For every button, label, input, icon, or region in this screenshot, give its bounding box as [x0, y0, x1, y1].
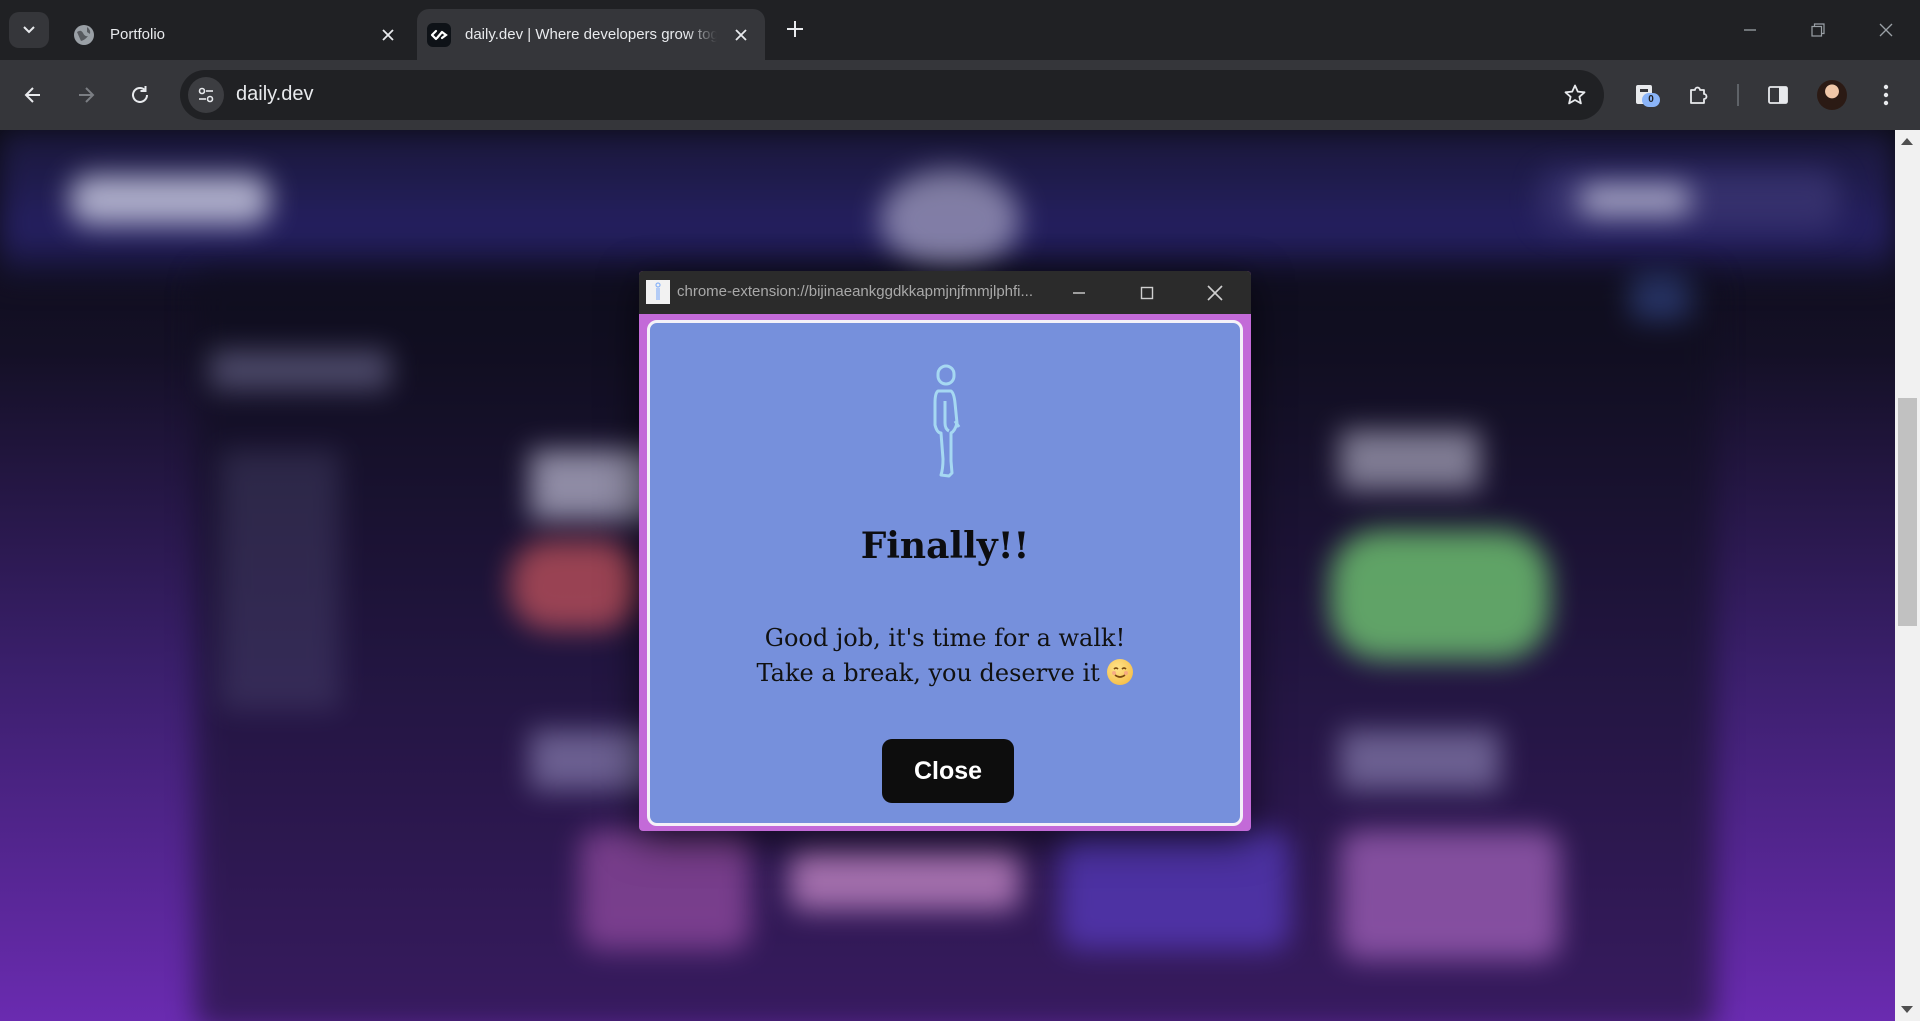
- scroll-up-arrow[interactable]: [1901, 138, 1913, 145]
- plus-icon: [787, 21, 803, 37]
- walker-favicon-icon: [646, 280, 670, 304]
- dailydev-logo-icon: [427, 22, 451, 47]
- restore-icon: [1811, 23, 1825, 37]
- message-line-2-wrap: Take a break, you deserve it: [650, 656, 1240, 691]
- reload-icon: [132, 86, 148, 103]
- extension-badge: 0: [1642, 93, 1660, 107]
- popup-close-window-button[interactable]: [1200, 278, 1230, 308]
- puzzle-icon: [1690, 86, 1708, 104]
- address-bar[interactable]: daily.dev: [180, 70, 1604, 120]
- close-button[interactable]: Close: [882, 739, 1014, 803]
- close-icon: [1879, 23, 1893, 37]
- chevron-down-icon: [23, 26, 35, 34]
- more-vert-icon: [1883, 84, 1889, 106]
- tune-icon: [198, 87, 214, 103]
- tab-title: daily.dev | Where developers grow togeth…: [465, 26, 717, 43]
- extension-popup-window: chrome-extension://bijinaeankggdkkapmjnj…: [639, 271, 1251, 831]
- restore-button[interactable]: [1784, 0, 1852, 60]
- side-panel-icon: [1768, 86, 1788, 104]
- popup-titlebar[interactable]: chrome-extension://bijinaeankggdkkapmjnj…: [639, 271, 1251, 314]
- toolbar-separator: [1737, 84, 1739, 106]
- smiling-face-emoji-icon: [1107, 659, 1134, 685]
- walking-person-icon: [933, 364, 961, 478]
- minimize-icon: [1744, 29, 1756, 31]
- bookmark-star-icon[interactable]: [1562, 82, 1588, 108]
- extension-counter-button[interactable]: 0: [1626, 75, 1666, 115]
- back-button[interactable]: [13, 75, 53, 115]
- extensions-button[interactable]: [1679, 75, 1719, 115]
- close-window-button[interactable]: [1852, 0, 1920, 60]
- avatar: [1817, 80, 1847, 110]
- forward-button[interactable]: [66, 75, 106, 115]
- popup-minimize-button[interactable]: [1064, 278, 1094, 308]
- globe-icon: [72, 23, 96, 47]
- tab-strip: Portfolio daily.dev | Where developers g…: [0, 0, 1920, 60]
- profile-button[interactable]: [1812, 75, 1852, 115]
- window-controls: [1716, 0, 1920, 60]
- tab-title: Portfolio: [110, 26, 166, 43]
- close-tab-icon[interactable]: [731, 25, 751, 45]
- browser-toolbar: daily.dev 0: [0, 60, 1920, 130]
- url-text: daily.dev: [236, 83, 314, 105]
- scroll-thumb[interactable]: [1898, 398, 1917, 626]
- minimize-icon: [1073, 292, 1085, 294]
- message-line-2: Take a break, you deserve it: [756, 659, 1100, 687]
- popup-headline: Finally!!: [860, 525, 1030, 567]
- tab-dailydev[interactable]: daily.dev | Where developers grow togeth…: [417, 9, 765, 60]
- page-scrollbar[interactable]: [1895, 130, 1920, 1021]
- popup-url-text: chrome-extension://bijinaeankggdkkapmjnj…: [677, 283, 1034, 300]
- new-tab-button[interactable]: [780, 14, 810, 44]
- tab-search-button[interactable]: [9, 12, 49, 48]
- arrow-right-icon: [79, 87, 95, 103]
- close-icon: [1207, 285, 1223, 301]
- popup-content: Finally!! Good job, it's time for a walk…: [647, 320, 1243, 826]
- tab-portfolio[interactable]: Portfolio: [62, 9, 412, 60]
- arrow-left-icon: [24, 87, 40, 103]
- minimize-button[interactable]: [1716, 0, 1784, 60]
- site-info-button[interactable]: [188, 77, 224, 113]
- scroll-down-arrow[interactable]: [1901, 1006, 1913, 1013]
- side-panel-button[interactable]: [1758, 75, 1798, 115]
- browser-menu-button[interactable]: [1866, 75, 1906, 115]
- popup-maximize-button[interactable]: [1132, 278, 1162, 308]
- close-tab-icon[interactable]: [378, 25, 398, 45]
- reload-button[interactable]: [120, 75, 160, 115]
- popup-message: Good job, it's time for a walk! Take a b…: [650, 621, 1240, 691]
- message-line-1: Good job, it's time for a walk!: [764, 624, 1126, 652]
- maximize-icon: [1140, 286, 1154, 300]
